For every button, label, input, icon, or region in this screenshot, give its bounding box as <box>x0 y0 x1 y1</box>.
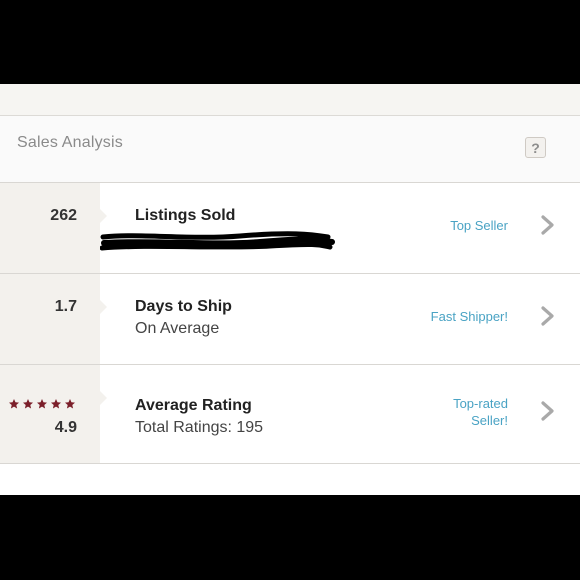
total-ratings-subtitle: Total Ratings: 195 <box>135 419 264 436</box>
badge-line: Top Seller <box>450 218 508 233</box>
star-icon <box>9 399 19 409</box>
fast-shipper-badge[interactable]: Fast Shipper! <box>431 308 508 325</box>
top-rated-seller-badge[interactable]: Top-rated Seller! <box>453 395 508 429</box>
badge-line: Fast Shipper! <box>430 309 508 324</box>
star-rating <box>8 398 76 410</box>
days-to-ship-subtitle: On Average <box>135 320 220 337</box>
metric-cell: 1.7 <box>0 274 107 364</box>
chevron-right-icon[interactable] <box>537 400 559 422</box>
badge-line: Seller! <box>471 413 508 428</box>
sales-analysis-panel: Sales Analysis ? 262 Listings Sold Top S… <box>0 115 580 495</box>
metric-cell: 4.9 <box>0 365 107 463</box>
days-to-ship-value: 1.7 <box>54 298 77 315</box>
question-icon: ? <box>531 139 540 156</box>
chevron-right-icon[interactable] <box>537 214 559 236</box>
average-rating-title: Average Rating <box>135 397 252 414</box>
days-to-ship-title: Days to Ship <box>135 298 232 315</box>
star-icon <box>23 399 33 409</box>
chevron-right-icon[interactable] <box>537 305 559 327</box>
listings-sold-title: Listings Sold <box>135 207 236 224</box>
star-icon <box>51 399 61 409</box>
average-rating-row[interactable]: 4.9 Average Rating Total Ratings: 195 To… <box>0 365 580 464</box>
help-button[interactable]: ? <box>525 137 546 158</box>
star-icon <box>65 399 75 409</box>
panel-header: Sales Analysis ? <box>0 116 580 183</box>
top-seller-badge[interactable]: Top Seller <box>450 217 508 234</box>
badge-line: Top-rated <box>453 396 508 411</box>
redaction-scribble <box>100 231 335 251</box>
panel-title: Sales Analysis <box>17 134 123 151</box>
average-rating-value: 4.9 <box>54 419 77 436</box>
screen: Sales Analysis ? 262 Listings Sold Top S… <box>0 84 580 495</box>
listings-sold-row[interactable]: 262 Listings Sold Top Seller <box>0 183 580 274</box>
listings-sold-value: 262 <box>50 207 77 224</box>
days-to-ship-row[interactable]: 1.7 Days to Ship On Average Fast Shipper… <box>0 274 580 365</box>
metric-cell: 262 <box>0 183 107 273</box>
star-icon <box>37 399 47 409</box>
